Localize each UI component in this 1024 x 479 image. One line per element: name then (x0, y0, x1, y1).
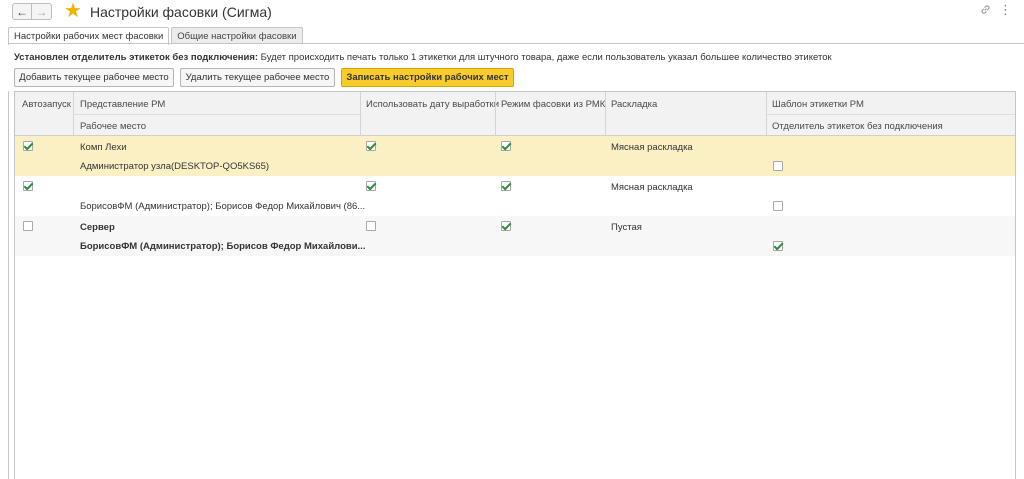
arrow-right-icon: → (35, 4, 48, 19)
add-workplace-button[interactable]: Добавить текущее рабочее место (14, 68, 174, 87)
table-row[interactable]: Комп Лехи Администратор узла(DESKTOP-QO5… (15, 136, 1015, 176)
left-border (8, 91, 9, 479)
star-icon[interactable]: ★ (64, 1, 82, 21)
tab-bar: Настройки рабочих мест фасовки Общие нас… (8, 27, 305, 45)
delete-workplace-button[interactable]: Удалить текущее рабочее место (180, 68, 335, 87)
col-divider (73, 92, 74, 136)
table-row[interactable]: БорисовФМ (Администратор); Борисов Федор… (15, 176, 1015, 216)
mode-checkbox[interactable] (501, 181, 511, 191)
autostart-checkbox[interactable] (23, 221, 33, 231)
presentation-cell[interactable]: Сервер (80, 222, 115, 233)
col-divider (605, 92, 606, 136)
workplace-cell[interactable]: БорисовФМ (Администратор); Борисов Федор… (80, 201, 365, 212)
separator-checkbox[interactable] (773, 201, 783, 211)
more-icon[interactable]: ⋮ (999, 3, 1012, 16)
separator-checkbox[interactable] (773, 241, 783, 251)
col-workplace[interactable]: Рабочее место (80, 121, 146, 132)
header-subline-left (73, 114, 360, 115)
col-divider (360, 92, 361, 136)
col-divider (766, 92, 767, 136)
tab-divider (8, 43, 1024, 44)
link-icon-svg (981, 5, 990, 14)
presentation-cell[interactable]: Комп Лехи (80, 142, 127, 153)
tab-general-settings[interactable]: Общие настройки фасовки (171, 27, 303, 44)
col-divider (495, 92, 496, 136)
notice-bold: Установлен отделитель этикеток без подкл… (14, 52, 259, 63)
back-button[interactable]: ← (12, 3, 32, 20)
title-bar: ← → ★ Настройки фасовки (Сигма) ⋮ (0, 0, 1024, 26)
col-use-date[interactable]: Использовать дату выработки (366, 99, 499, 110)
layout-cell[interactable]: Мясная раскладка (611, 182, 693, 193)
notice-body: Будет происходить печать только 1 этикет… (258, 52, 832, 63)
forward-button[interactable]: → (32, 3, 52, 20)
workplace-cell[interactable]: Администратор узла(DESKTOP-QO5KS65) (80, 161, 269, 172)
use-date-checkbox[interactable] (366, 181, 376, 191)
autostart-checkbox[interactable] (23, 181, 33, 191)
col-layout[interactable]: Раскладка (611, 99, 657, 110)
use-date-checkbox[interactable] (366, 221, 376, 231)
mode-checkbox[interactable] (501, 221, 511, 231)
use-date-checkbox[interactable] (366, 141, 376, 151)
table-header: Автозапуск Представление РМ Рабочее мест… (15, 92, 1015, 136)
mode-checkbox[interactable] (501, 141, 511, 151)
workplace-cell[interactable]: БорисовФМ (Администратор); Борисов Федор… (80, 241, 365, 252)
link-icon[interactable] (980, 4, 991, 18)
notice-text: Установлен отделитель этикеток без подкл… (14, 52, 832, 63)
page-title: Настройки фасовки (Сигма) (90, 4, 272, 20)
save-settings-button[interactable]: Записать настройки рабочих мест (341, 68, 514, 87)
layout-cell[interactable]: Пустая (611, 222, 642, 233)
workplaces-table: Автозапуск Представление РМ Рабочее мест… (14, 91, 1016, 479)
col-presentation[interactable]: Представление РМ (80, 99, 165, 110)
header-subline-right (766, 114, 1015, 115)
col-mode[interactable]: Режим фасовки из РМК (501, 99, 605, 110)
col-template[interactable]: Шаблон этикетки РМ (772, 99, 864, 110)
col-autostart[interactable]: Автозапуск (22, 99, 71, 110)
col-separator[interactable]: Отделитель этикеток без подключения (772, 121, 943, 132)
table-row[interactable]: Сервер БорисовФМ (Администратор); Борисо… (15, 216, 1015, 256)
layout-cell[interactable]: Мясная раскладка (611, 142, 693, 153)
autostart-checkbox[interactable] (23, 141, 33, 151)
arrow-left-icon: ← (16, 4, 28, 19)
separator-checkbox[interactable] (773, 161, 783, 171)
